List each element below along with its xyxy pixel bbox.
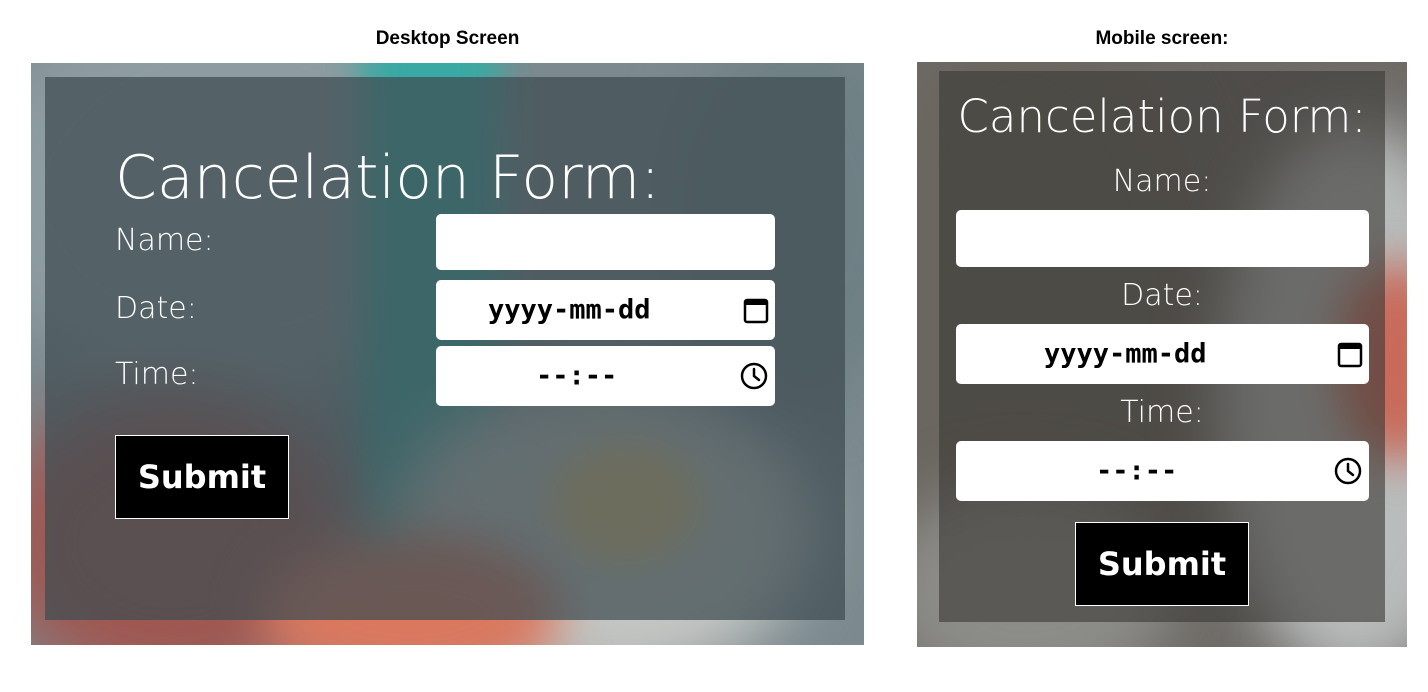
time-label: Time: (115, 357, 199, 392)
date-label: Date: (115, 291, 197, 326)
form-title: Cancelation Form: (957, 90, 1367, 143)
name-input[interactable] (436, 214, 775, 270)
submit-button[interactable]: Submit (1075, 522, 1249, 606)
time-placeholder: --:-- (536, 360, 618, 392)
desktop-caption: Desktop Screen (375, 28, 520, 49)
date-label: Date: (1121, 278, 1203, 313)
desktop-screen: Cancelation Form: Name: Date: yyyy-mm-dd… (31, 63, 864, 645)
clock-icon[interactable] (739, 361, 769, 391)
name-input[interactable] (956, 210, 1369, 267)
date-input[interactable]: yyyy-mm-dd (436, 280, 775, 340)
date-placeholder: yyyy-mm-dd (1044, 338, 1207, 370)
name-label: Name: (1112, 164, 1212, 199)
time-label: Time: (1120, 395, 1204, 430)
date-placeholder: yyyy-mm-dd (488, 294, 651, 326)
time-placeholder: --:-- (1096, 455, 1178, 487)
mobile-caption: Mobile screen: (1095, 28, 1229, 49)
calendar-icon[interactable] (1337, 340, 1363, 368)
name-label: Name: (115, 223, 214, 258)
time-input[interactable]: --:-- (436, 346, 775, 406)
form-title: Cancelation Form: (115, 143, 661, 213)
clock-icon[interactable] (1333, 456, 1363, 486)
mobile-screen: Cancelation Form: Name: Date: yyyy-mm-dd… (917, 62, 1407, 647)
submit-button[interactable]: Submit (115, 435, 289, 519)
time-input[interactable]: --:-- (956, 441, 1369, 501)
date-input[interactable]: yyyy-mm-dd (956, 324, 1369, 384)
calendar-icon[interactable] (743, 296, 769, 324)
